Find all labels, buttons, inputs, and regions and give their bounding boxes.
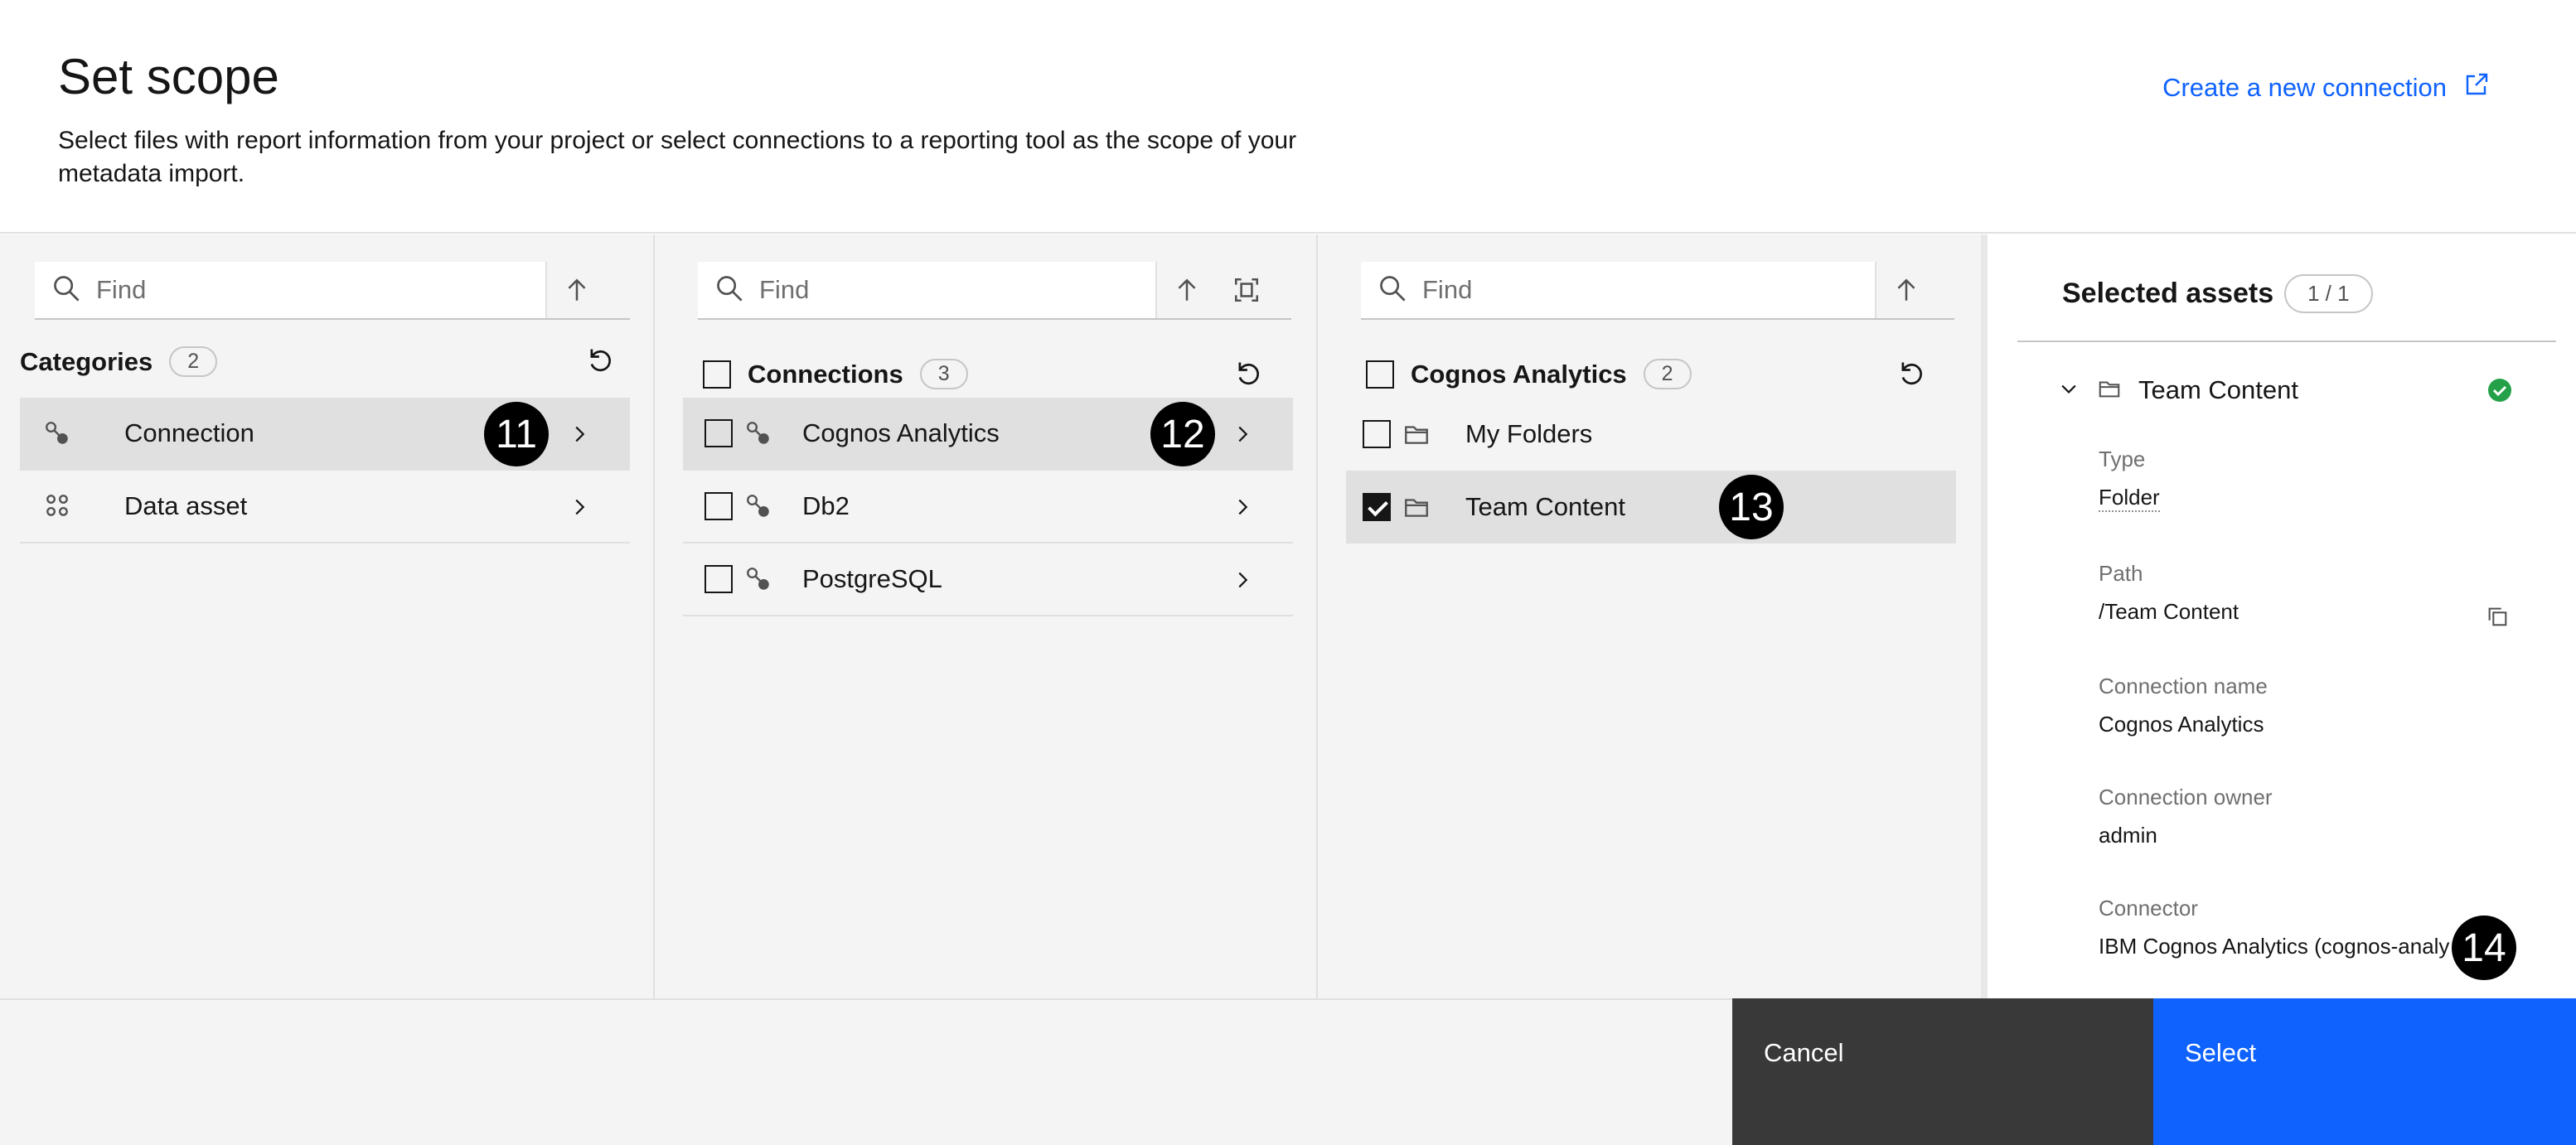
- select-all-connections-checkbox[interactable]: [703, 360, 731, 389]
- connections-search-row: Find: [698, 262, 1291, 320]
- selected-assets-title: Selected assets: [2062, 278, 2274, 309]
- fit-to-screen-button[interactable]: [1217, 262, 1276, 318]
- path-label: Path: [2099, 561, 2143, 586]
- arrow-up-icon: [568, 278, 586, 301]
- search-icon: [714, 273, 744, 307]
- folder-item-team-content[interactable]: Team Content: [1346, 471, 1956, 544]
- callout-marker-12: 12: [1150, 402, 1215, 466]
- refresh-icon[interactable]: [1233, 359, 1266, 392]
- sort-up-button[interactable]: [1876, 262, 1936, 318]
- search-placeholder: Find: [1422, 275, 1473, 304]
- folder-icon: [1402, 493, 1431, 521]
- folder-item-label: My Folders: [1465, 419, 1593, 448]
- folder-icon: [1402, 420, 1431, 448]
- page-title: Set scope: [58, 49, 279, 104]
- path-value: /Team Content: [2099, 599, 2239, 624]
- folders-column: Find Cognos Analytics 2 My Folders Team …: [1318, 234, 1981, 998]
- connection-name-label: Connection name: [2099, 674, 2268, 698]
- search-icon: [1378, 273, 1407, 307]
- connection-owner-value: admin: [2099, 823, 2157, 848]
- connections-heading: Connections 3: [703, 359, 968, 389]
- connection-item-db2[interactable]: Db2: [683, 471, 1293, 544]
- connector-value: IBM Cognos Analytics (cognos-analy: [2099, 934, 2450, 959]
- connection-item-postgresql[interactable]: PostgreSQL: [683, 544, 1293, 616]
- callout-marker-13: 13: [1719, 475, 1784, 539]
- connection-icon: [744, 565, 772, 593]
- refresh-icon[interactable]: [1896, 359, 1930, 392]
- selected-assets-count: 1 / 1: [2284, 274, 2373, 313]
- categories-heading: Categories 2: [20, 346, 218, 377]
- category-item-label: Connection: [124, 418, 254, 447]
- connection-checkbox[interactable]: [705, 565, 733, 593]
- connector-label: Connector: [2099, 896, 2198, 920]
- fit-to-screen-icon: [1234, 278, 1259, 302]
- connection-item-label: PostgreSQL: [802, 564, 942, 593]
- connections-count-badge: 3: [919, 359, 968, 389]
- arrow-up-icon: [1897, 278, 1915, 301]
- folder-checkbox[interactable]: [1363, 420, 1391, 448]
- folder-checkbox[interactable]: [1363, 493, 1391, 521]
- selected-asset-name: Team Content: [2138, 375, 2298, 404]
- arrow-up-icon: [1178, 278, 1196, 301]
- folder-icon: [2097, 376, 2122, 405]
- checkmark-filled-icon: [2486, 377, 2513, 403]
- data-asset-icon: [43, 492, 71, 520]
- cancel-button[interactable]: Cancel: [1732, 998, 2153, 1145]
- connections-column: Find Connections 3 Cognos Analytics 12 D…: [655, 234, 1318, 998]
- create-connection-label: Create a new connection: [2162, 73, 2447, 102]
- folders-heading: Cognos Analytics 2: [1366, 359, 1692, 389]
- divider: [2017, 341, 2556, 342]
- connection-icon: [744, 419, 772, 447]
- copy-icon[interactable]: [2485, 604, 2510, 629]
- connection-icon: [43, 419, 71, 447]
- modal-header: Set scope Select files with report infor…: [0, 0, 2576, 234]
- connection-item-label: Cognos Analytics: [802, 418, 1000, 447]
- search-placeholder: Find: [96, 275, 147, 304]
- callout-marker-11: 11: [484, 402, 549, 466]
- refresh-icon[interactable]: [585, 345, 618, 379]
- sort-up-button[interactable]: [547, 262, 607, 318]
- selected-assets-panel: Selected assets 1 / 1 Team Content Type …: [1981, 234, 2576, 998]
- connection-owner-label: Connection owner: [2099, 785, 2273, 809]
- callout-marker-14: 14: [2452, 916, 2516, 980]
- folders-search-input[interactable]: Find: [1361, 262, 1876, 318]
- type-value[interactable]: Folder: [2099, 485, 2160, 512]
- search-placeholder: Find: [759, 275, 810, 304]
- chevron-right-icon: [1230, 568, 1255, 592]
- page-description: Select files with report information fro…: [58, 127, 1297, 187]
- folders-count-badge: 2: [1643, 359, 1692, 389]
- create-connection-link[interactable]: Create a new connection: [2162, 71, 2490, 104]
- category-item-data-asset[interactable]: Data asset: [20, 471, 630, 544]
- connection-checkbox[interactable]: [705, 419, 733, 447]
- select-button[interactable]: Select: [2153, 998, 2576, 1145]
- connection-item-label: Db2: [802, 491, 850, 520]
- folder-item-label: Team Content: [1465, 492, 1625, 521]
- chevron-right-icon: [1230, 422, 1255, 447]
- type-label: Type: [2099, 447, 2146, 471]
- connection-icon: [744, 492, 772, 520]
- categories-search-input[interactable]: Find: [35, 262, 547, 318]
- launch-icon: [2463, 71, 2490, 104]
- connections-search-input[interactable]: Find: [698, 262, 1157, 318]
- folders-heading-label: Cognos Analytics: [1411, 359, 1627, 389]
- categories-count-badge: 2: [169, 346, 218, 377]
- chevron-right-icon: [567, 422, 592, 447]
- connections-heading-label: Connections: [748, 359, 903, 389]
- categories-column: Find Categories 2 Connection 11 Data ass…: [0, 234, 655, 998]
- chevron-right-icon: [567, 495, 592, 519]
- selected-asset-team-content[interactable]: Team Content: [2057, 367, 2521, 413]
- search-icon: [51, 273, 81, 307]
- categories-heading-label: Categories: [20, 346, 153, 376]
- select-all-folders-checkbox[interactable]: [1366, 360, 1394, 389]
- category-item-label: Data asset: [124, 491, 248, 520]
- connection-name-value: Cognos Analytics: [2099, 712, 2264, 737]
- categories-search-row: Find: [35, 262, 630, 320]
- folders-search-row: Find: [1361, 262, 1954, 320]
- folder-item-my-folders[interactable]: My Folders: [1346, 398, 1956, 471]
- sort-up-button[interactable]: [1157, 262, 1217, 318]
- chevron-down-icon[interactable]: [2057, 377, 2080, 404]
- connection-checkbox[interactable]: [705, 492, 733, 520]
- chevron-right-icon: [1230, 495, 1255, 519]
